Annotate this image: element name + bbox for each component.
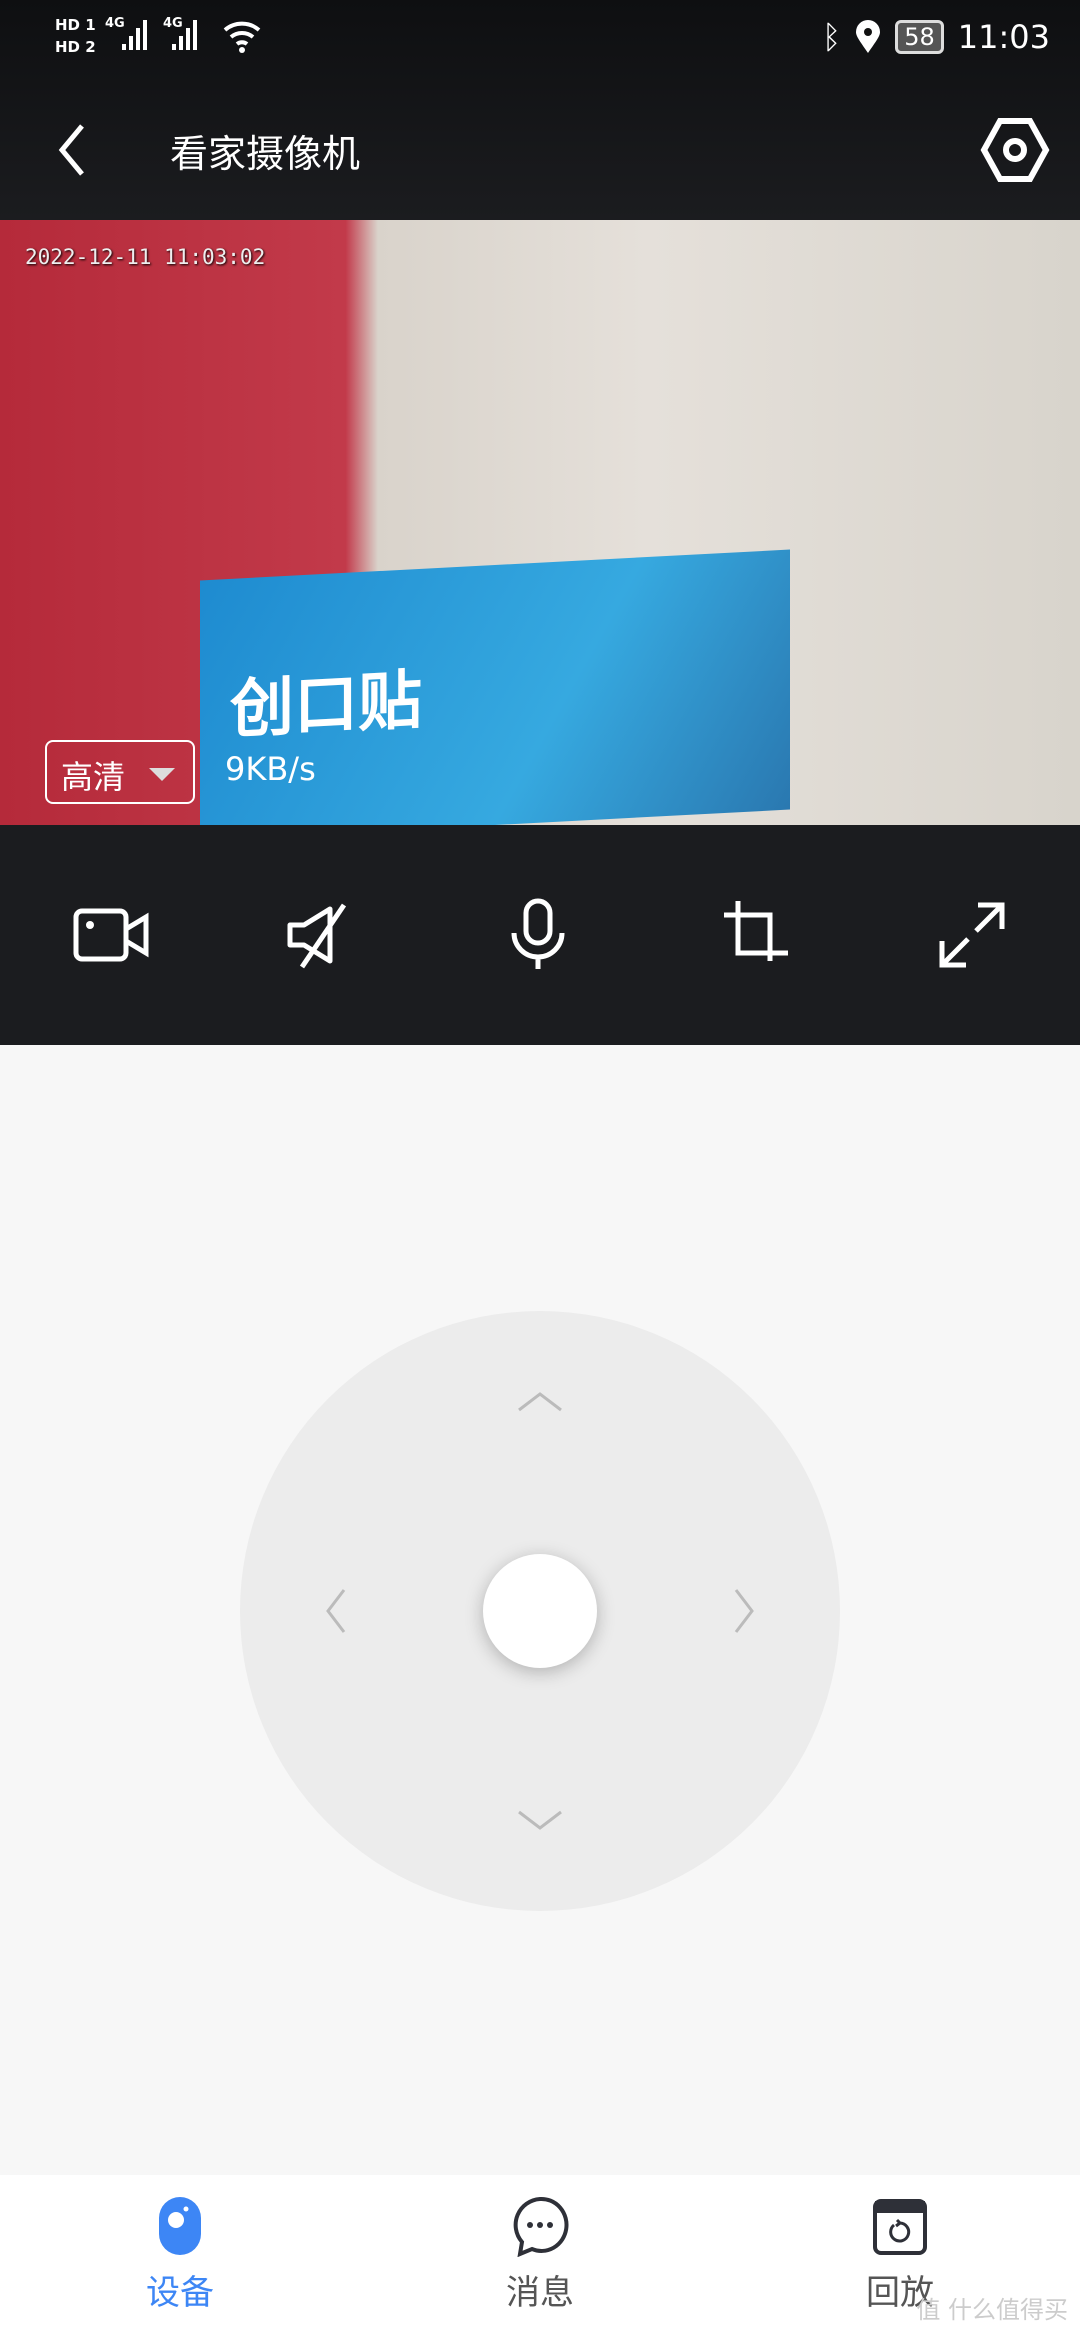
- video-timestamp: 2022-12-11 11:03:02: [25, 245, 266, 269]
- fullscreen-icon[interactable]: [932, 895, 1012, 975]
- quality-dropdown[interactable]: 高清: [45, 740, 195, 804]
- ptz-right-button[interactable]: [730, 1586, 760, 1636]
- ptz-up-button[interactable]: [515, 1386, 565, 1416]
- top-bar: HD 1 HD 2 4G 4G ᛒ 58 11:03 看家摄像机: [0, 0, 1080, 220]
- page-title: 看家摄像机: [170, 132, 361, 176]
- ptz-center-button[interactable]: [483, 1554, 597, 1668]
- microphone-icon[interactable]: [498, 895, 578, 975]
- tab-messages[interactable]: 消息: [440, 2195, 640, 2314]
- caret-down-icon: [149, 768, 175, 781]
- clock: 11:03: [957, 18, 1050, 56]
- bluetooth-icon: ᛒ: [822, 18, 842, 56]
- battery-indicator: 58: [895, 20, 944, 54]
- ptz-down-button[interactable]: [515, 1806, 565, 1836]
- watermark: 值 什么值得买: [916, 2296, 1068, 2324]
- scene-text: 创口贴: [230, 663, 422, 748]
- tab-devices[interactable]: 设备: [80, 2195, 280, 2314]
- playback-clapper-icon: [873, 2199, 927, 2255]
- bitrate: 9KB/s: [225, 750, 316, 788]
- wifi-icon: [223, 21, 261, 53]
- settings-button[interactable]: [980, 115, 1050, 185]
- sim2-label: HD 2: [55, 38, 96, 56]
- control-bar: [0, 825, 1080, 1045]
- location-icon: [856, 20, 881, 53]
- tab-label: 消息: [506, 2273, 574, 2313]
- quality-label: 高清: [61, 758, 126, 796]
- ptz-left-button[interactable]: [320, 1586, 350, 1636]
- live-video[interactable]: 创口贴 2022-12-11 11:03:02 高清 9KB/s: [0, 220, 1080, 825]
- camera-device-icon: [159, 2197, 201, 2255]
- net2-label: 4G: [163, 16, 183, 31]
- ptz-joystick[interactable]: [240, 1311, 840, 1911]
- sim1-label: HD 1: [55, 16, 96, 34]
- back-button[interactable]: [52, 120, 92, 180]
- tab-label: 设备: [146, 2273, 214, 2313]
- crop-icon[interactable]: [718, 895, 798, 975]
- status-bar: HD 1 HD 2 4G 4G ᛒ 58 11:03: [0, 0, 1080, 80]
- mute-icon[interactable]: [282, 895, 362, 975]
- video-record-icon[interactable]: [72, 895, 152, 975]
- chat-bubble-icon: [513, 2196, 569, 2257]
- signal-icon: [122, 20, 197, 50]
